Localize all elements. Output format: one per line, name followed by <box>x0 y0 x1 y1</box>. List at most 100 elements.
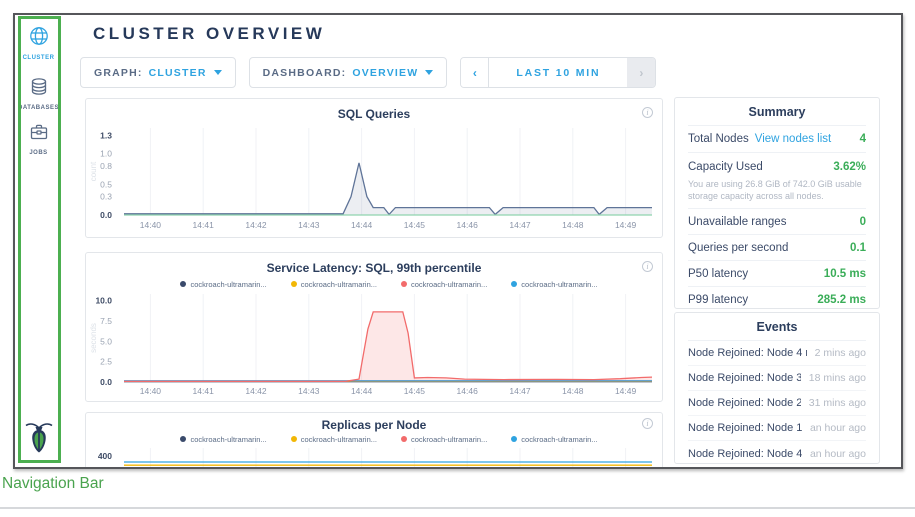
legend-item[interactable]: cockroach-ultramarin... <box>511 435 597 444</box>
time-prev-button[interactable]: ‹ <box>461 58 489 87</box>
service-latency-chart-card: Service Latency: SQL, 99th percentile i … <box>85 252 663 402</box>
svg-text:14:42: 14:42 <box>245 220 267 230</box>
svg-text:14:47: 14:47 <box>509 386 531 396</box>
svg-text:14:45: 14:45 <box>404 386 426 396</box>
event-text: Node Rejoined: Node 4 rej... <box>688 347 807 359</box>
info-icon[interactable]: i <box>642 107 653 118</box>
svg-text:14:41: 14:41 <box>193 220 215 230</box>
view-nodes-list-link[interactable]: View nodes list <box>755 133 832 145</box>
sql-queries-plot: 14:4014:4114:4214:4314:4414:4514:4614:47… <box>86 123 662 233</box>
svg-text:count: count <box>89 161 98 181</box>
p50-latency-value: 10.5 ms <box>824 268 866 280</box>
event-text: Node Rejoined: Node 2 rej... <box>688 397 801 409</box>
chevron-down-icon <box>214 70 222 75</box>
service-latency-plot: 14:4014:4114:4214:4314:4414:4514:4614:47… <box>86 291 662 399</box>
summary-panel: Summary Total Nodes View nodes list 4 Ca… <box>674 97 880 309</box>
legend-label: cockroach-ultramarin... <box>411 280 487 289</box>
event-row: Node Rejoined: Node 3 rej... 18 mins ago <box>688 366 866 391</box>
legend-item[interactable]: cockroach-ultramarin... <box>511 280 597 289</box>
sidebar-item-jobs[interactable]: JOBS <box>15 121 62 156</box>
dashboard-dropdown-value: OVERVIEW <box>352 67 418 79</box>
replicas-per-node-plot: 400 <box>86 446 662 469</box>
legend-item[interactable]: cockroach-ultramarin... <box>291 280 377 289</box>
summary-row-total-nodes: Total Nodes View nodes list 4 <box>688 126 866 153</box>
svg-text:0.5: 0.5 <box>100 179 112 189</box>
total-nodes-label: Total Nodes <box>688 133 749 145</box>
legend-dot-icon <box>511 281 517 287</box>
svg-text:400: 400 <box>98 451 112 461</box>
events-panel: Events Node Rejoined: Node 4 rej... 2 mi… <box>674 312 880 464</box>
page-title: CLUSTER OVERVIEW <box>93 24 325 44</box>
summary-row: Queries per second 0.1 <box>688 235 866 261</box>
legend-label: cockroach-ultramarin... <box>521 435 597 444</box>
chart-legend: cockroach-ultramarin... cockroach-ultrama… <box>86 432 662 446</box>
svg-text:7.5: 7.5 <box>100 316 112 326</box>
info-icon[interactable]: i <box>642 261 653 272</box>
queries-per-second-label: Queries per second <box>688 242 788 254</box>
unavailable-ranges-label: Unavailable ranges <box>688 216 786 228</box>
svg-text:14:41: 14:41 <box>193 386 215 396</box>
svg-text:2.5: 2.5 <box>100 357 112 367</box>
svg-text:14:47: 14:47 <box>509 220 531 230</box>
legend-label: cockroach-ultramarin... <box>411 435 487 444</box>
sidebar-label-jobs: JOBS <box>15 150 62 156</box>
queries-per-second-value: 0.1 <box>850 242 866 254</box>
svg-text:14:43: 14:43 <box>298 220 320 230</box>
event-row: Node Rejoined: Node 2 rej... 31 mins ago <box>688 391 866 416</box>
legend-item[interactable]: cockroach-ultramarin... <box>180 280 266 289</box>
time-range-selector: ‹ LAST 10 MIN › <box>460 57 656 88</box>
summary-row: Unavailable ranges 0 <box>688 209 866 235</box>
svg-text:10.0: 10.0 <box>95 296 112 306</box>
legend-item[interactable]: cockroach-ultramarin... <box>180 435 266 444</box>
briefcase-icon <box>28 130 50 147</box>
cockroachdb-logo[interactable] <box>15 420 62 461</box>
svg-text:14:45: 14:45 <box>404 220 426 230</box>
svg-text:14:48: 14:48 <box>562 386 584 396</box>
sql-queries-chart-card: SQL Queries i 14:4014:4114:4214:4314:441… <box>85 98 663 238</box>
summary-row: P50 latency 10.5 ms <box>688 261 866 287</box>
sidebar-item-cluster[interactable]: CLUSTER <box>15 24 62 61</box>
legend-label: cockroach-ultramarin... <box>190 280 266 289</box>
time-next-button[interactable]: › <box>627 58 655 87</box>
svg-text:14:46: 14:46 <box>457 220 479 230</box>
navigation-sidebar: CLUSTER DATABASES <box>15 15 62 467</box>
event-text: Node Rejoined: Node 3 rej... <box>688 372 801 384</box>
legend-dot-icon <box>180 281 186 287</box>
svg-text:14:40: 14:40 <box>140 220 162 230</box>
legend-item[interactable]: cockroach-ultramarin... <box>401 280 487 289</box>
total-nodes-value: 4 <box>860 133 866 145</box>
toolbar: GRAPH: CLUSTER DASHBOARD: OVERVIEW ‹ LAS… <box>80 57 656 88</box>
event-time: 18 mins ago <box>809 372 866 384</box>
admin-ui-window: CLUSTER DATABASES <box>13 13 903 469</box>
legend-item[interactable]: cockroach-ultramarin... <box>401 435 487 444</box>
svg-text:14:44: 14:44 <box>351 386 373 396</box>
chart-title: SQL Queries <box>86 99 662 121</box>
legend-item[interactable]: cockroach-ultramarin... <box>291 435 377 444</box>
time-range-value[interactable]: LAST 10 MIN <box>489 58 627 87</box>
svg-text:1.3: 1.3 <box>100 130 112 140</box>
capacity-used-label: Capacity Used <box>688 161 763 173</box>
p99-latency-value: 285.2 ms <box>817 294 866 306</box>
sidebar-label-databases: DATABASES <box>15 105 62 111</box>
sidebar-item-databases[interactable]: DATABASES <box>15 76 62 111</box>
capacity-caption: You are using 26.8 GiB of 742.0 GiB usab… <box>688 178 866 202</box>
legend-label: cockroach-ultramarin... <box>190 435 266 444</box>
legend-dot-icon <box>511 436 517 442</box>
dashboard-dropdown[interactable]: DASHBOARD: OVERVIEW <box>249 57 448 88</box>
replicas-per-node-chart-card: Replicas per Node i cockroach-ultramarin… <box>85 412 663 469</box>
graph-dropdown[interactable]: GRAPH: CLUSTER <box>80 57 236 88</box>
chart-title: Replicas per Node <box>86 413 662 432</box>
event-text: Node Rejoined: Node 4 rej... <box>688 448 802 460</box>
svg-text:0.8: 0.8 <box>100 161 112 171</box>
info-icon[interactable]: i <box>642 418 653 429</box>
event-row: Node Rejoined: Node 4 rej... 2 mins ago <box>688 341 866 366</box>
event-time: an hour ago <box>810 448 866 460</box>
svg-text:14:46: 14:46 <box>457 386 479 396</box>
summary-row: P99 latency 285.2 ms <box>688 287 866 313</box>
cockroach-logo-icon <box>24 420 54 456</box>
event-time: 2 mins ago <box>815 347 866 359</box>
svg-text:1.0: 1.0 <box>100 149 112 159</box>
svg-text:14:43: 14:43 <box>298 386 320 396</box>
event-row: Node Rejoined: Node 4 rej... an hour ago <box>688 441 866 466</box>
event-text: Node Rejoined: Node 1 rej... <box>688 422 802 434</box>
